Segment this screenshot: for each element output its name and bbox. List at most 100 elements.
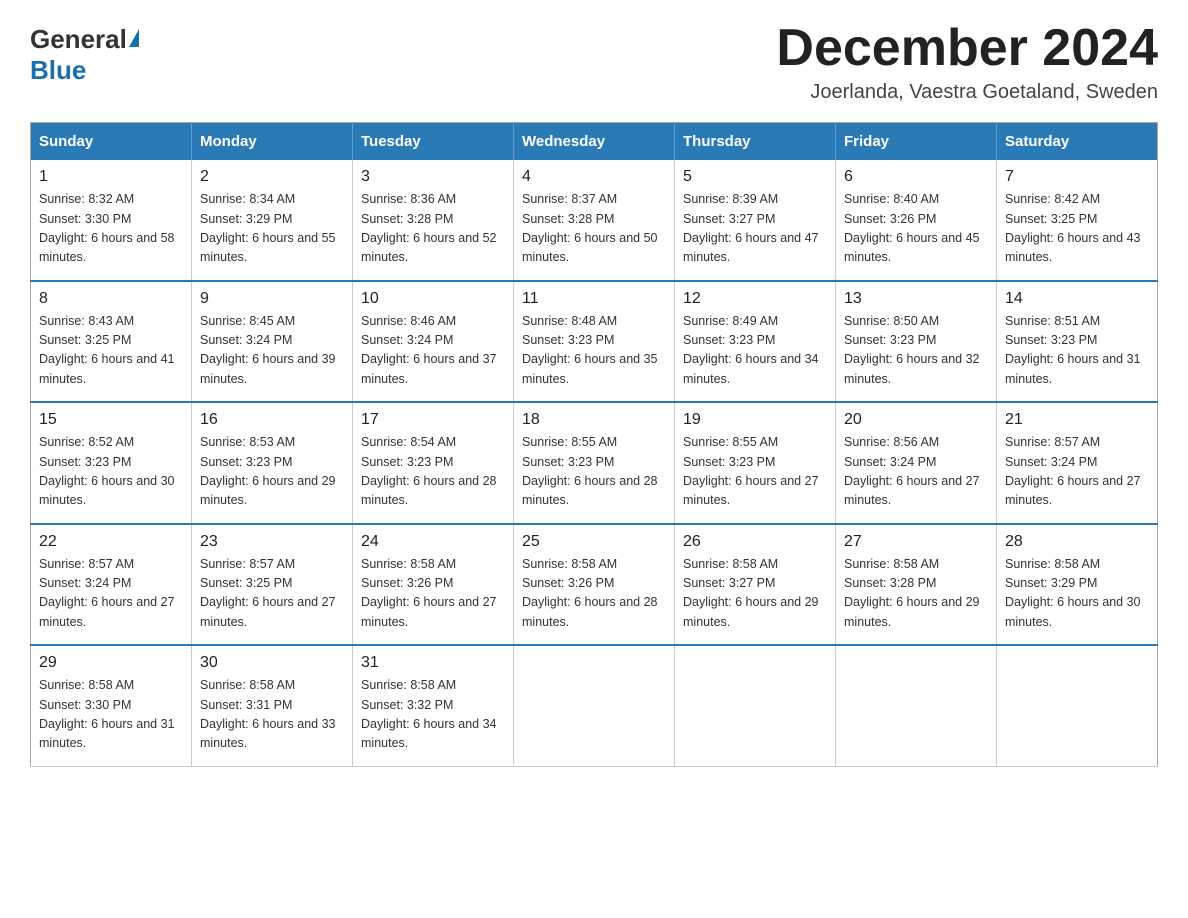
day-number: 2 [200, 168, 344, 186]
calendar-cell [836, 645, 997, 766]
calendar-cell: 27 Sunrise: 8:58 AM Sunset: 3:28 PM Dayl… [836, 524, 997, 646]
day-number: 29 [39, 654, 183, 672]
day-number: 26 [683, 533, 827, 551]
calendar-cell: 7 Sunrise: 8:42 AM Sunset: 3:25 PM Dayli… [997, 160, 1158, 281]
day-info: Sunrise: 8:42 AM Sunset: 3:25 PM Dayligh… [1005, 190, 1149, 268]
calendar-cell: 20 Sunrise: 8:56 AM Sunset: 3:24 PM Dayl… [836, 402, 997, 524]
day-info: Sunrise: 8:39 AM Sunset: 3:27 PM Dayligh… [683, 190, 827, 268]
day-number: 30 [200, 654, 344, 672]
day-info: Sunrise: 8:57 AM Sunset: 3:24 PM Dayligh… [1005, 433, 1149, 511]
day-info: Sunrise: 8:36 AM Sunset: 3:28 PM Dayligh… [361, 190, 505, 268]
day-number: 24 [361, 533, 505, 551]
day-info: Sunrise: 8:57 AM Sunset: 3:24 PM Dayligh… [39, 555, 183, 633]
day-number: 28 [1005, 533, 1149, 551]
title-area: December 2024 Joerlanda, Vaestra Goetala… [776, 20, 1158, 104]
day-info: Sunrise: 8:57 AM Sunset: 3:25 PM Dayligh… [200, 555, 344, 633]
calendar-cell: 12 Sunrise: 8:49 AM Sunset: 3:23 PM Dayl… [675, 281, 836, 403]
day-number: 13 [844, 290, 988, 308]
calendar-cell: 14 Sunrise: 8:51 AM Sunset: 3:23 PM Dayl… [997, 281, 1158, 403]
logo-triangle-icon [129, 29, 139, 47]
calendar-cell: 26 Sunrise: 8:58 AM Sunset: 3:27 PM Dayl… [675, 524, 836, 646]
calendar-cell: 22 Sunrise: 8:57 AM Sunset: 3:24 PM Dayl… [31, 524, 192, 646]
day-info: Sunrise: 8:58 AM Sunset: 3:31 PM Dayligh… [200, 676, 344, 754]
calendar-cell: 24 Sunrise: 8:58 AM Sunset: 3:26 PM Dayl… [353, 524, 514, 646]
day-info: Sunrise: 8:58 AM Sunset: 3:26 PM Dayligh… [361, 555, 505, 633]
calendar-cell: 29 Sunrise: 8:58 AM Sunset: 3:30 PM Dayl… [31, 645, 192, 766]
day-info: Sunrise: 8:43 AM Sunset: 3:25 PM Dayligh… [39, 312, 183, 390]
calendar-cell: 5 Sunrise: 8:39 AM Sunset: 3:27 PM Dayli… [675, 160, 836, 281]
calendar-table: SundayMondayTuesdayWednesdayThursdayFrid… [30, 122, 1158, 767]
calendar-cell: 28 Sunrise: 8:58 AM Sunset: 3:29 PM Dayl… [997, 524, 1158, 646]
day-info: Sunrise: 8:58 AM Sunset: 3:30 PM Dayligh… [39, 676, 183, 754]
day-info: Sunrise: 8:58 AM Sunset: 3:28 PM Dayligh… [844, 555, 988, 633]
day-number: 20 [844, 411, 988, 429]
day-info: Sunrise: 8:58 AM Sunset: 3:26 PM Dayligh… [522, 555, 666, 633]
calendar-cell: 3 Sunrise: 8:36 AM Sunset: 3:28 PM Dayli… [353, 160, 514, 281]
day-number: 5 [683, 168, 827, 186]
logo: General Blue [30, 24, 139, 86]
calendar-cell [514, 645, 675, 766]
header-wednesday: Wednesday [514, 123, 675, 161]
day-number: 18 [522, 411, 666, 429]
calendar-cell: 13 Sunrise: 8:50 AM Sunset: 3:23 PM Dayl… [836, 281, 997, 403]
calendar-cell: 31 Sunrise: 8:58 AM Sunset: 3:32 PM Dayl… [353, 645, 514, 766]
day-number: 22 [39, 533, 183, 551]
day-number: 9 [200, 290, 344, 308]
day-number: 16 [200, 411, 344, 429]
day-info: Sunrise: 8:58 AM Sunset: 3:29 PM Dayligh… [1005, 555, 1149, 633]
day-info: Sunrise: 8:32 AM Sunset: 3:30 PM Dayligh… [39, 190, 183, 268]
calendar-cell: 2 Sunrise: 8:34 AM Sunset: 3:29 PM Dayli… [192, 160, 353, 281]
day-number: 15 [39, 411, 183, 429]
day-number: 17 [361, 411, 505, 429]
day-number: 3 [361, 168, 505, 186]
calendar-cell: 9 Sunrise: 8:45 AM Sunset: 3:24 PM Dayli… [192, 281, 353, 403]
calendar-cell: 23 Sunrise: 8:57 AM Sunset: 3:25 PM Dayl… [192, 524, 353, 646]
day-number: 11 [522, 290, 666, 308]
calendar-header-row: SundayMondayTuesdayWednesdayThursdayFrid… [31, 123, 1158, 161]
header-friday: Friday [836, 123, 997, 161]
day-number: 31 [361, 654, 505, 672]
week-row-1: 1 Sunrise: 8:32 AM Sunset: 3:30 PM Dayli… [31, 160, 1158, 281]
calendar-cell: 4 Sunrise: 8:37 AM Sunset: 3:28 PM Dayli… [514, 160, 675, 281]
day-info: Sunrise: 8:46 AM Sunset: 3:24 PM Dayligh… [361, 312, 505, 390]
day-info: Sunrise: 8:50 AM Sunset: 3:23 PM Dayligh… [844, 312, 988, 390]
day-number: 25 [522, 533, 666, 551]
header-sunday: Sunday [31, 123, 192, 161]
logo-general-text: General [30, 24, 127, 55]
day-number: 23 [200, 533, 344, 551]
day-info: Sunrise: 8:58 AM Sunset: 3:27 PM Dayligh… [683, 555, 827, 633]
day-info: Sunrise: 8:56 AM Sunset: 3:24 PM Dayligh… [844, 433, 988, 511]
day-info: Sunrise: 8:40 AM Sunset: 3:26 PM Dayligh… [844, 190, 988, 268]
calendar-cell: 17 Sunrise: 8:54 AM Sunset: 3:23 PM Dayl… [353, 402, 514, 524]
day-info: Sunrise: 8:37 AM Sunset: 3:28 PM Dayligh… [522, 190, 666, 268]
week-row-5: 29 Sunrise: 8:58 AM Sunset: 3:30 PM Dayl… [31, 645, 1158, 766]
header-monday: Monday [192, 123, 353, 161]
day-number: 6 [844, 168, 988, 186]
day-number: 7 [1005, 168, 1149, 186]
day-info: Sunrise: 8:45 AM Sunset: 3:24 PM Dayligh… [200, 312, 344, 390]
week-row-2: 8 Sunrise: 8:43 AM Sunset: 3:25 PM Dayli… [31, 281, 1158, 403]
calendar-cell: 6 Sunrise: 8:40 AM Sunset: 3:26 PM Dayli… [836, 160, 997, 281]
day-info: Sunrise: 8:51 AM Sunset: 3:23 PM Dayligh… [1005, 312, 1149, 390]
day-number: 12 [683, 290, 827, 308]
calendar-cell: 1 Sunrise: 8:32 AM Sunset: 3:30 PM Dayli… [31, 160, 192, 281]
calendar-cell: 11 Sunrise: 8:48 AM Sunset: 3:23 PM Dayl… [514, 281, 675, 403]
day-info: Sunrise: 8:54 AM Sunset: 3:23 PM Dayligh… [361, 433, 505, 511]
day-info: Sunrise: 8:55 AM Sunset: 3:23 PM Dayligh… [683, 433, 827, 511]
week-row-4: 22 Sunrise: 8:57 AM Sunset: 3:24 PM Dayl… [31, 524, 1158, 646]
calendar-cell: 19 Sunrise: 8:55 AM Sunset: 3:23 PM Dayl… [675, 402, 836, 524]
day-info: Sunrise: 8:53 AM Sunset: 3:23 PM Dayligh… [200, 433, 344, 511]
logo-blue-text: Blue [30, 55, 86, 86]
day-info: Sunrise: 8:49 AM Sunset: 3:23 PM Dayligh… [683, 312, 827, 390]
calendar-cell: 15 Sunrise: 8:52 AM Sunset: 3:23 PM Dayl… [31, 402, 192, 524]
day-number: 1 [39, 168, 183, 186]
location-subtitle: Joerlanda, Vaestra Goetaland, Sweden [776, 81, 1158, 104]
day-number: 21 [1005, 411, 1149, 429]
calendar-cell: 25 Sunrise: 8:58 AM Sunset: 3:26 PM Dayl… [514, 524, 675, 646]
header-tuesday: Tuesday [353, 123, 514, 161]
calendar-cell: 8 Sunrise: 8:43 AM Sunset: 3:25 PM Dayli… [31, 281, 192, 403]
calendar-cell: 10 Sunrise: 8:46 AM Sunset: 3:24 PM Dayl… [353, 281, 514, 403]
calendar-cell: 21 Sunrise: 8:57 AM Sunset: 3:24 PM Dayl… [997, 402, 1158, 524]
day-info: Sunrise: 8:34 AM Sunset: 3:29 PM Dayligh… [200, 190, 344, 268]
day-info: Sunrise: 8:52 AM Sunset: 3:23 PM Dayligh… [39, 433, 183, 511]
